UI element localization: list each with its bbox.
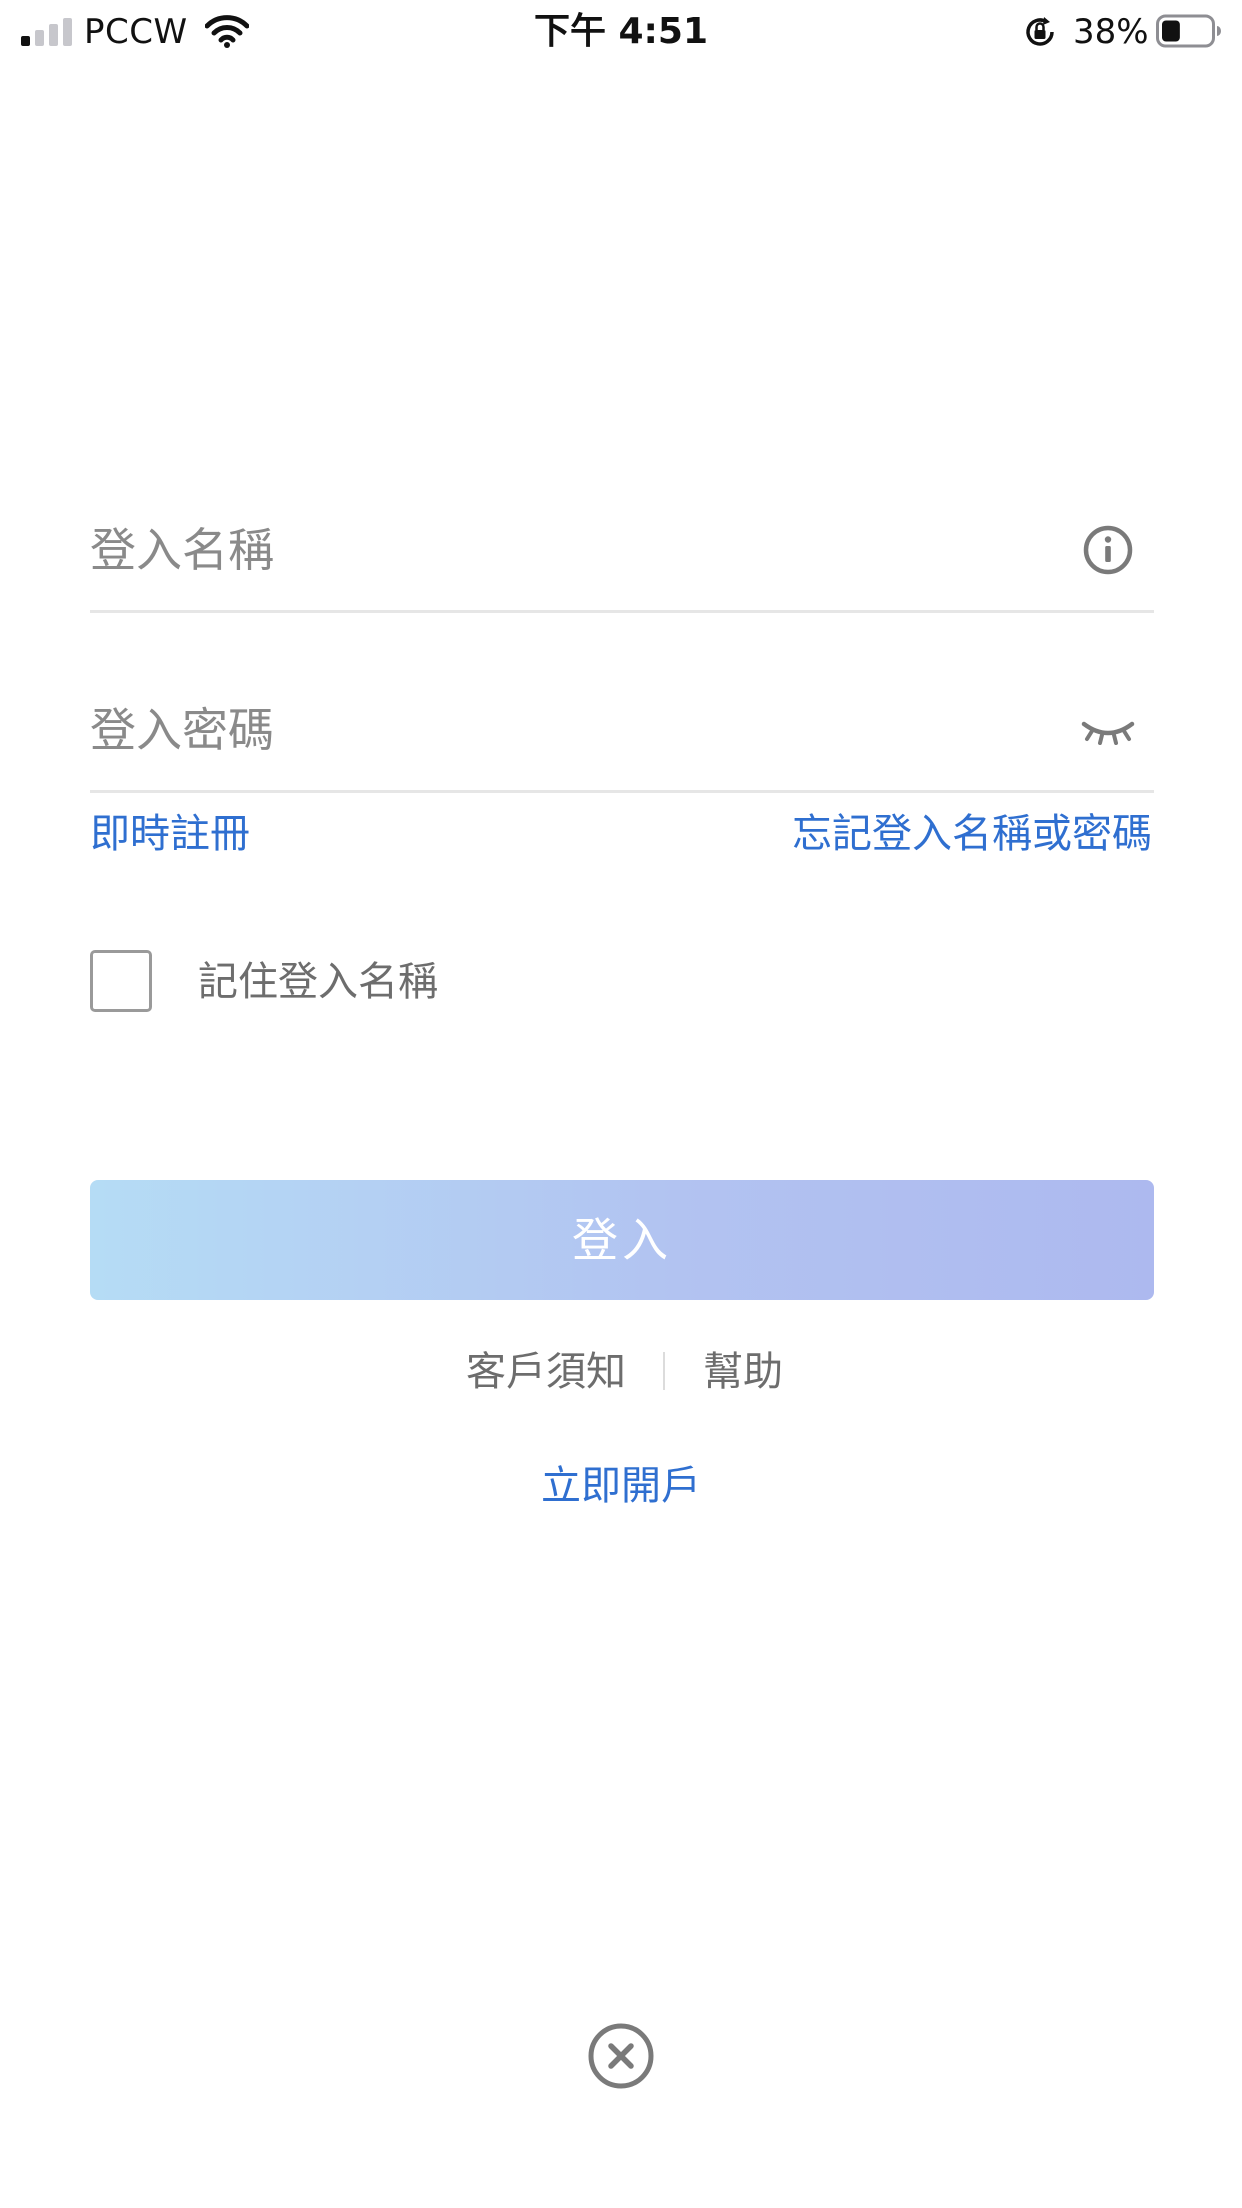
close-circle-icon[interactable] — [587, 2022, 655, 2090]
username-input[interactable] — [90, 490, 1050, 610]
forgot-credentials-link[interactable]: 忘記登入名稱或密碼 — [792, 806, 1152, 862]
battery-percentage: 38% — [1073, 12, 1149, 52]
status-bar: PCCW 下午 4:51 38% — [0, 0, 1242, 66]
footer-divider — [663, 1352, 665, 1390]
login-button[interactable]: 登入 — [90, 1180, 1154, 1300]
orientation-lock-icon — [1026, 17, 1054, 46]
remember-username-checkbox[interactable] — [90, 950, 152, 1012]
info-icon[interactable] — [1080, 522, 1136, 578]
battery-icon — [1156, 14, 1221, 48]
remember-username-label: 記住登入名稱 — [198, 959, 438, 1005]
register-link[interactable]: 即時註冊 — [90, 806, 250, 862]
footer-links: 客戶須知 幫助 — [0, 1340, 1242, 1404]
help-link[interactable]: 幫助 — [703, 1340, 783, 1404]
password-field[interactable] — [90, 670, 1154, 793]
password-input[interactable] — [90, 670, 1050, 790]
username-field[interactable] — [90, 490, 1154, 613]
remember-username-option[interactable]: 記住登入名稱 — [90, 950, 690, 1016]
open-account-link[interactable]: 立即開戶 — [0, 1456, 1242, 1516]
customer-notice-link[interactable]: 客戶須知 — [466, 1340, 626, 1404]
eye-closed-icon[interactable] — [1080, 702, 1136, 758]
